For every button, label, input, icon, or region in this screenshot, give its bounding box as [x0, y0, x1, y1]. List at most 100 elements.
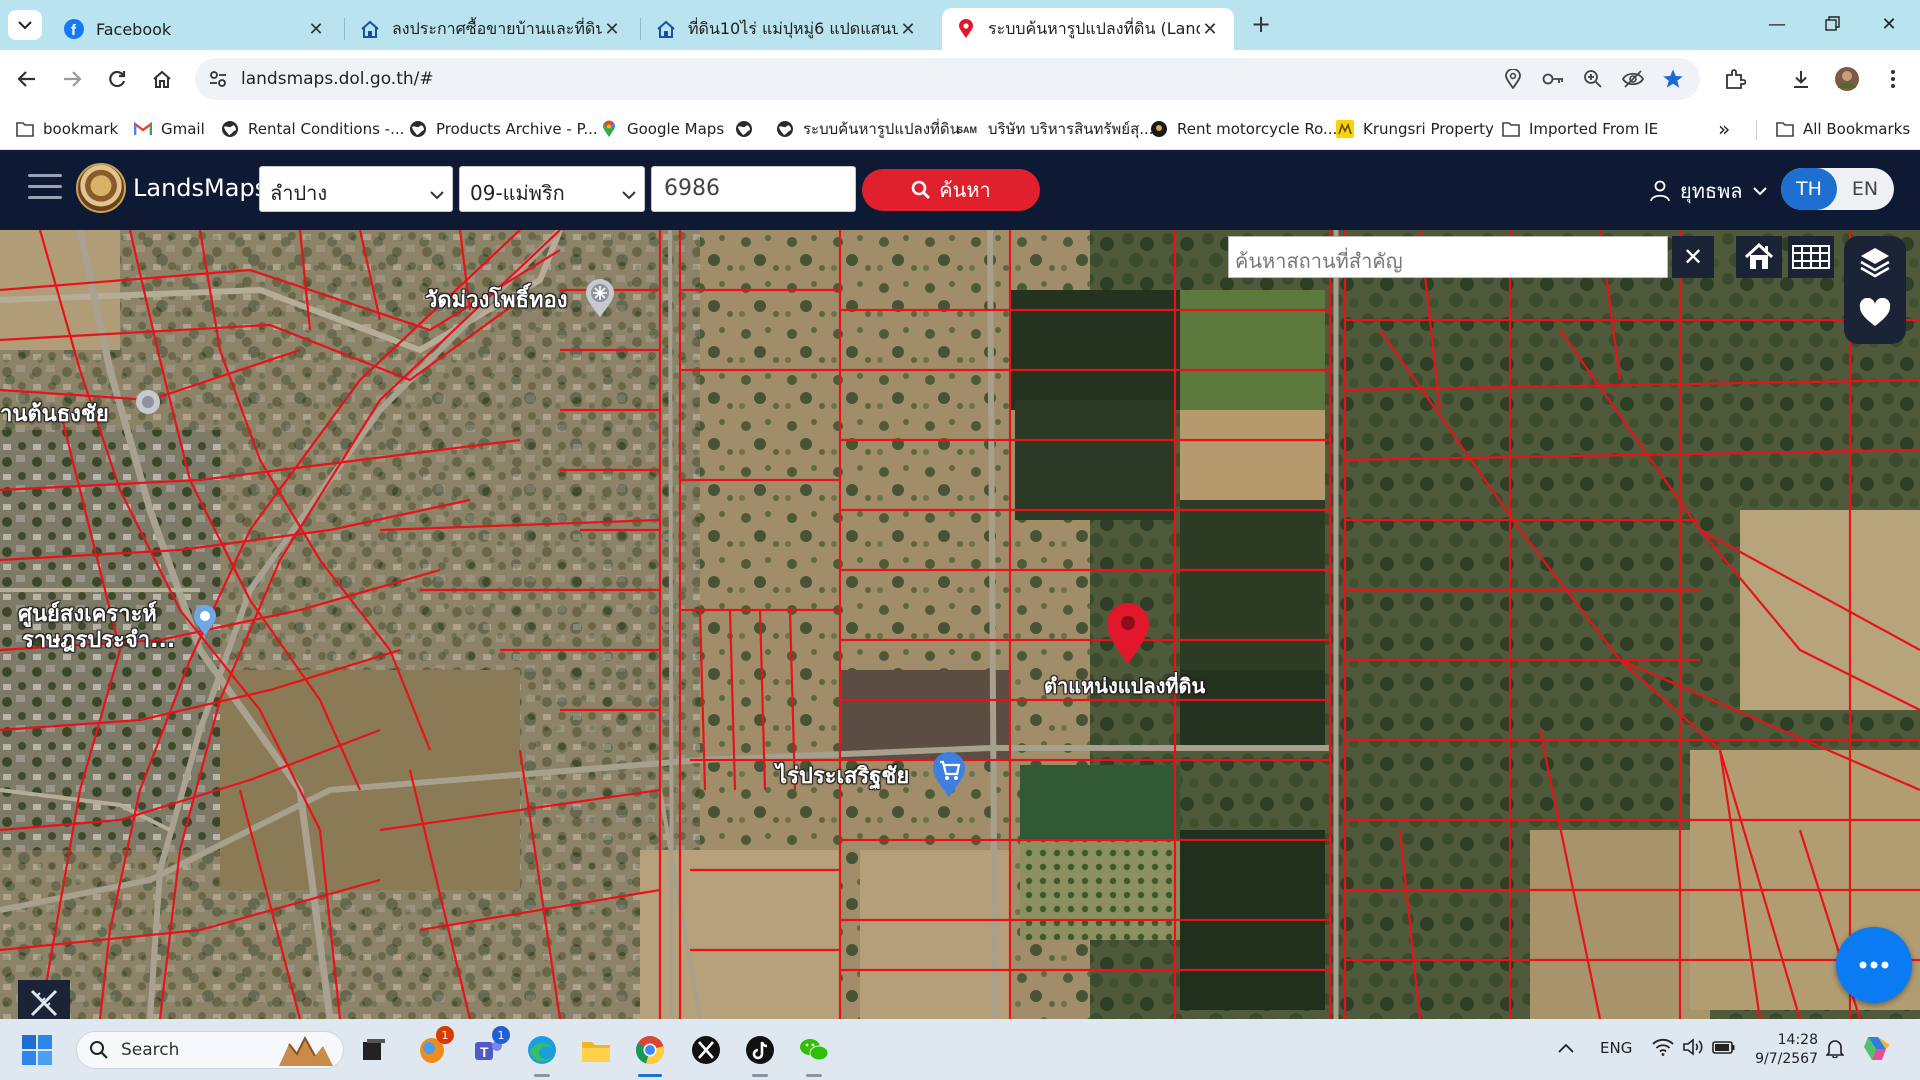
layers-icon[interactable]: [1859, 246, 1891, 284]
address-bar[interactable]: landsmaps.dol.go.th/#: [195, 58, 1700, 100]
bookmark-google-maps[interactable]: Google Maps: [600, 118, 724, 140]
profile-avatar[interactable]: [1830, 62, 1864, 96]
windows-start-icon[interactable]: [22, 1035, 52, 1069]
reload-icon[interactable]: [100, 62, 134, 96]
extensions-icon[interactable]: [1718, 62, 1752, 96]
label-village: านต้นธงชัย: [0, 402, 109, 427]
bookmark-label: bookmark: [43, 120, 119, 138]
shopping-poi-icon[interactable]: [930, 750, 968, 802]
taskbar-search[interactable]: Search: [76, 1031, 344, 1069]
chrome-icon[interactable]: [632, 1032, 668, 1077]
location-icon[interactable]: [1500, 66, 1526, 92]
more-bookmarks-button[interactable]: »: [1718, 117, 1730, 141]
mail-app-icon[interactable]: 1: [414, 1026, 454, 1068]
bookmark-label: Products Archive - P...: [436, 120, 598, 138]
forward-icon[interactable]: [55, 62, 89, 96]
tab-title: ลงประกาศซื้อขายบ้านและที่ดินฟรี! | ท: [392, 18, 602, 38]
bookmark-rent-motorcycle[interactable]: Rent motorcycle Ro...: [1150, 118, 1337, 140]
bookmark-label: Google Maps: [627, 120, 725, 138]
bookmark-gmail[interactable]: Gmail: [134, 118, 205, 140]
minimize-icon[interactable]: —: [1750, 8, 1804, 40]
close-icon[interactable]: ✕: [1200, 19, 1220, 40]
task-view-icon[interactable]: [356, 1032, 392, 1068]
battery-icon[interactable]: [1712, 1039, 1736, 1059]
close-icon[interactable]: ✕: [898, 19, 918, 40]
clear-search-button[interactable]: ✕: [1672, 236, 1714, 278]
tab-facebook[interactable]: f Facebook ✕: [50, 8, 340, 50]
department-logo: [76, 163, 126, 213]
more-vertical-icon[interactable]: [1876, 62, 1910, 96]
new-tab-button[interactable]: +: [1246, 10, 1276, 40]
menu-icon[interactable]: [28, 174, 62, 204]
bookmark-rental-conditions[interactable]: Rental Conditions -...: [221, 118, 404, 140]
close-window-icon[interactable]: ✕: [1862, 8, 1916, 40]
poi-icon[interactable]: [192, 604, 218, 640]
bookmark-star-icon[interactable]: [1660, 66, 1686, 92]
favorite-icon[interactable]: [1859, 297, 1891, 332]
bookmark-globe[interactable]: [735, 118, 762, 140]
chevron-down-icon: [1752, 187, 1767, 196]
close-icon[interactable]: ✕: [602, 19, 622, 40]
bookmark-sam[interactable]: SAM บริษัท บริหารสินทรัพย์สุ...: [957, 118, 1154, 140]
lang-en-button[interactable]: EN: [1837, 168, 1893, 210]
taskbar-search-label: Search: [121, 1040, 180, 1060]
search-icon: [911, 180, 931, 199]
folder-icon: [16, 120, 34, 138]
key-icon[interactable]: [1540, 66, 1566, 92]
tab-separator: [344, 18, 345, 40]
poi-icon[interactable]: [133, 388, 163, 424]
lang-th-button[interactable]: TH: [1781, 168, 1837, 210]
grid-button[interactable]: [1788, 236, 1834, 278]
eye-off-icon[interactable]: [1620, 66, 1646, 92]
restore-icon[interactable]: [1806, 8, 1860, 40]
tiktok-icon[interactable]: [742, 1032, 778, 1077]
label-parcel-marker: ตำแหน่งแปลงที่ดิน: [1044, 674, 1206, 698]
parcel-number-input[interactable]: 6986: [651, 166, 856, 212]
chevron-up-icon[interactable]: [1558, 1039, 1574, 1057]
bookmarks-bar: bookmark Gmail Rental Conditions -... Pr…: [0, 108, 1920, 150]
facebook-icon: f: [64, 19, 84, 39]
search-button[interactable]: ค้นหา: [862, 169, 1040, 211]
tab-search-button[interactable]: [8, 10, 42, 40]
clock-time: 14:28: [1777, 1032, 1818, 1048]
teams-icon[interactable]: T 1: [470, 1026, 510, 1068]
bookmark-folder[interactable]: bookmark: [16, 118, 118, 140]
district-select[interactable]: 09-แม่พริก: [459, 166, 645, 212]
user-menu[interactable]: ยุทธพล: [1650, 175, 1767, 207]
home-view-button[interactable]: [1736, 236, 1782, 278]
measure-tool-button[interactable]: [18, 980, 70, 1019]
wechat-icon[interactable]: [796, 1032, 832, 1077]
notification-bell-icon[interactable]: [1825, 1038, 1845, 1062]
tab-landsmaps[interactable]: ระบบค้นหารูปแปลงที่ดิน (LandsMap ✕: [942, 8, 1234, 50]
home-icon[interactable]: [145, 62, 179, 96]
download-icon[interactable]: [1784, 62, 1818, 96]
parcel-location-marker[interactable]: [1104, 600, 1152, 670]
edge-icon[interactable]: [524, 1032, 560, 1077]
bookmark-imported-ie[interactable]: Imported From IE: [1502, 118, 1658, 140]
bookmark-landsmaps[interactable]: ระบบค้นหารูปแปลงที่ดิน: [776, 118, 960, 140]
province-select[interactable]: ลำปาง: [259, 166, 453, 212]
all-bookmarks-button[interactable]: All Bookmarks: [1776, 118, 1910, 140]
x-app-icon[interactable]: [688, 1032, 724, 1068]
place-search-input[interactable]: ค้นหาสถานที่สำคัญ: [1228, 236, 1668, 278]
input-language[interactable]: ENG: [1600, 1039, 1632, 1057]
site-settings-icon[interactable]: [205, 66, 231, 92]
close-icon[interactable]: ✕: [306, 19, 326, 40]
wifi-icon[interactable]: [1652, 1038, 1674, 1060]
tab-land-listing[interactable]: ที่ดิน10ไร่ แม่ปุหมู่6 แปดแสนบาท | ท ✕: [642, 8, 932, 50]
running-indicator: [638, 1074, 662, 1077]
file-explorer-icon[interactable]: [578, 1032, 614, 1068]
chat-button[interactable]: [1836, 927, 1912, 1003]
satellite-map[interactable]: [0, 230, 1920, 1019]
bookmark-products-archive[interactable]: Products Archive - P...: [409, 118, 598, 140]
copilot-icon[interactable]: [1862, 1033, 1892, 1067]
tab-listing-site[interactable]: ลงประกาศซื้อขายบ้านและที่ดินฟรี! | ท ✕: [346, 8, 636, 50]
zoom-icon[interactable]: [1580, 66, 1606, 92]
volume-icon[interactable]: [1682, 1038, 1704, 1060]
map-view[interactable]: วัดม่วงโพธิ์ทอง านต้นธงชัย ศูนย์สงเคราะห…: [0, 230, 1920, 1019]
clock[interactable]: 14:28 9/7/2567: [1752, 1031, 1818, 1069]
temple-poi-icon[interactable]: [583, 278, 617, 322]
bookmark-krungsri[interactable]: Krungsri Property: [1336, 118, 1494, 140]
teams-badge: 1: [492, 1026, 510, 1044]
back-icon[interactable]: [10, 62, 44, 96]
